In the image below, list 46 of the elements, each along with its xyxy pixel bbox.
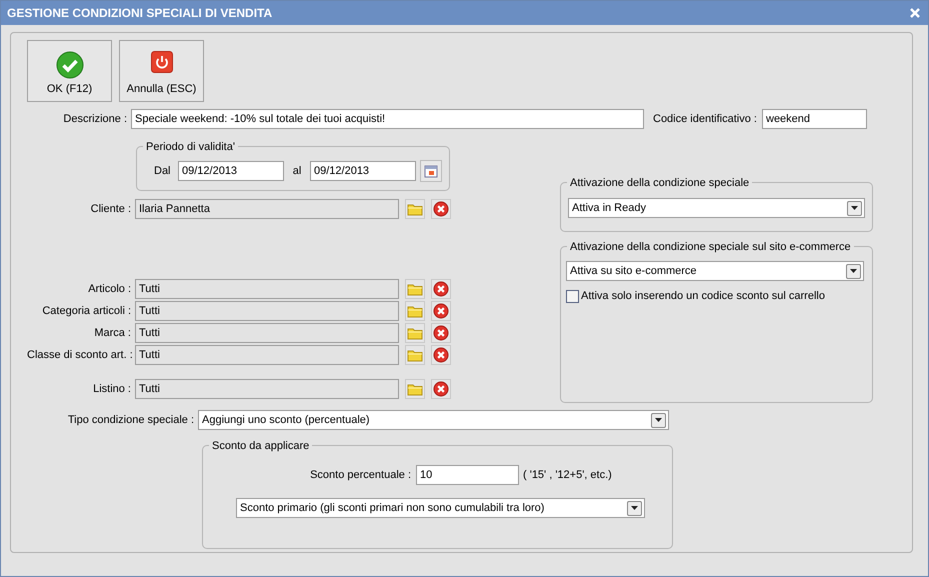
field-label: al	[292, 164, 302, 179]
clear-icon[interactable]	[431, 199, 451, 219]
window-title: GESTIONE CONDIZIONI SPECIALI DI VENDITA	[7, 5, 272, 22]
discount-mode-dropdown[interactable]: Sconto primario (gli sconti primari non sono cumulabili tra loro)	[236, 498, 645, 518]
hint-text: ( '15' , '12+5', etc.)	[523, 468, 612, 483]
activation-dropdown[interactable]: Attiva in Ready	[568, 198, 865, 218]
group-title: Attivazione della condizione speciale	[567, 175, 752, 192]
ecommerce-dropdown[interactable]: Attiva su sito e-commerce	[566, 261, 864, 281]
discount-field[interactable]: 10	[416, 465, 519, 485]
power-icon	[150, 51, 172, 73]
field-label: Classe di sconto art. :	[27, 348, 134, 363]
checkmark-icon	[56, 51, 84, 79]
field-label: Marca :	[93, 326, 132, 341]
clear-icon[interactable]	[431, 379, 451, 399]
close-icon[interactable]	[910, 8, 920, 18]
read-only-field[interactable]: Ilaria Pannetta	[135, 199, 399, 219]
read-only-field[interactable]: Tutti	[135, 345, 399, 365]
field-label: Codice identificativo :	[653, 112, 758, 127]
field-label: Articolo :	[87, 282, 132, 297]
field-label: Sconto percentuale :	[309, 468, 412, 483]
field-label: Cliente :	[90, 202, 132, 217]
group-title: Sconto da applicare	[209, 438, 312, 454]
description-field[interactable]: Speciale weekend: -10% sul totale dei tuoi acquisti!	[131, 109, 644, 129]
type-dropdown[interactable]: Aggiungi uno sconto (percentuale)	[198, 410, 669, 430]
field-label: Tipo condizione speciale :	[66, 412, 195, 428]
ok-button[interactable]: OK (F12)	[27, 40, 112, 102]
checkbox-label: Attiva solo inserendo un codice sconto sul carrello	[581, 289, 825, 304]
clear-icon[interactable]	[431, 345, 451, 365]
read-only-field[interactable]: Tutti	[135, 379, 399, 399]
field-label: Categoria articoli :	[41, 304, 132, 319]
read-only-field[interactable]: Tutti	[135, 279, 399, 299]
read-only-field[interactable]: Tutti	[135, 323, 399, 343]
code-field[interactable]: weekend	[762, 109, 867, 129]
field-label: Listino :	[92, 382, 132, 397]
calendar-icon[interactable]	[420, 160, 442, 182]
date-field[interactable]: 09/12/2013	[310, 161, 416, 181]
date-field[interactable]: 09/12/2013	[178, 161, 284, 181]
group-title: Attivazione della condizione speciale sul sito e-commerce	[567, 239, 854, 256]
field-label: Dal	[154, 164, 172, 179]
clear-icon[interactable]	[431, 279, 451, 299]
checkbox[interactable]	[566, 290, 579, 303]
field-label: Descrizione :	[62, 112, 128, 127]
clear-icon[interactable]	[431, 323, 451, 343]
cancel-button[interactable]: Annulla (ESC)	[119, 40, 204, 102]
clear-icon[interactable]	[431, 301, 451, 321]
read-only-field[interactable]: Tutti	[135, 301, 399, 321]
